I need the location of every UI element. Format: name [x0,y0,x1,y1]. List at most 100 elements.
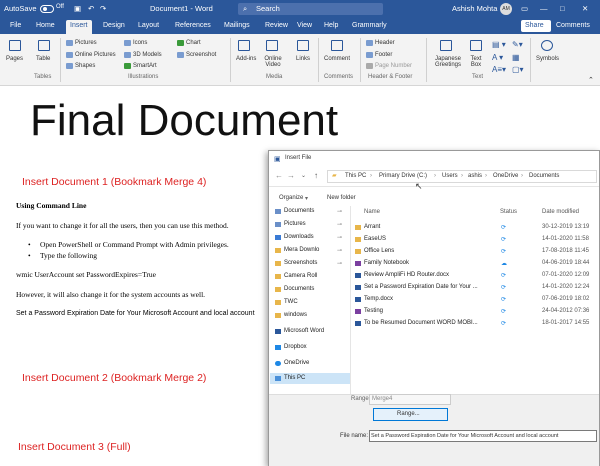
recent-locations-icon[interactable]: ⌄ [301,172,306,179]
addins-icon[interactable] [238,40,250,51]
file-row-name[interactable]: Office Lens [364,248,394,254]
comment-button[interactable]: Comment [324,56,350,62]
nav-windows[interactable]: windows [284,312,339,318]
crumb-onedrive[interactable]: OneDrive [493,173,518,179]
smartart-button[interactable]: SmartArt [133,63,157,69]
file-row-name[interactable]: Arrant [364,224,380,230]
nav-pictures[interactable]: Pictures [284,221,339,227]
autosave-toggle[interactable] [40,5,54,13]
user-name[interactable]: Ashish Mohta [452,4,497,13]
file-row-name[interactable]: EaseUS [364,236,386,242]
quick-parts-icon[interactable]: ▤ ▾ [492,40,506,49]
bullet-2[interactable]: Type the following [40,251,97,260]
redo-icon[interactable]: ↷ [100,4,106,13]
footer-button[interactable]: Footer [375,52,392,58]
collapse-ribbon-icon[interactable]: ⌃ [588,76,594,84]
chart-button[interactable]: Chart [186,40,201,46]
3d-models-button[interactable]: 3D Models [133,52,162,58]
tab-layout[interactable]: Layout [138,22,159,29]
document-heading[interactable]: Final Document [30,96,338,146]
undo-icon[interactable]: ↶ [88,4,94,13]
organize-button[interactable]: Organize [279,195,303,201]
page-number-button[interactable]: Page Number [375,63,412,69]
symbols-icon[interactable] [541,40,553,51]
search-box[interactable]: ⌕ Search [238,3,383,15]
nav-microsoft-word[interactable]: Microsoft Word [284,328,339,334]
table-icon[interactable] [38,40,50,51]
date-time-icon[interactable]: ▦ [512,53,520,62]
object-icon[interactable]: ▢▾ [512,65,524,74]
paragraph-1[interactable]: If you want to change it for all the use… [16,221,229,230]
crumb-this-pc[interactable]: This PC [345,173,366,179]
textbox-icon[interactable] [470,40,482,51]
file-row-name[interactable]: Temp.docx [364,296,393,302]
tab-grammarly[interactable]: Grammarly [352,22,387,29]
ribbon-display-icon[interactable]: ▭ [521,4,528,13]
insert-doc-2[interactable]: Insert Document 2 (Bookmark Merge 2) [22,372,206,384]
maximize-icon[interactable]: □ [560,4,565,13]
avatar[interactable]: AM [500,3,512,15]
tab-file[interactable]: File [10,22,21,29]
tab-view[interactable]: View [297,22,312,29]
wordart-icon[interactable]: A ▾ [492,53,503,62]
symbols-button[interactable]: Symbols [536,56,559,62]
paragraph-3[interactable]: Set a Password Expiration Date for Your … [16,310,255,317]
paragraph-2[interactable]: However, it will also change it for the … [16,290,205,299]
nav-camera-roll[interactable]: Camera Roll [284,273,339,279]
tab-help[interactable]: Help [324,22,338,29]
tab-references[interactable]: References [175,22,211,29]
filename-value[interactable]: Set a Password Expiration Date for Your … [371,433,558,439]
close-icon[interactable]: ✕ [582,4,588,13]
comments-button[interactable]: Comments [556,22,590,29]
header-button[interactable]: Header [375,40,395,46]
signature-line-icon[interactable]: ✎▾ [512,40,523,49]
japanese-greetings-button[interactable]: Japanese Greetings [431,56,465,68]
tab-design[interactable]: Design [103,22,125,29]
nav-downloads[interactable]: Downloads [284,234,339,240]
tab-insert[interactable]: Insert [66,20,92,34]
crumb-primary-drive[interactable]: Primary Drive (C:) [379,173,427,179]
file-row-name[interactable]: To be Resumed Document WORD MOBI... [364,320,478,326]
nav-documents-2[interactable]: Documents [284,286,339,292]
minimize-icon[interactable]: — [540,4,548,13]
cmd-heading[interactable]: Using Command Line [16,201,86,210]
links-icon[interactable] [297,40,309,51]
file-row-name[interactable]: Family Notebook [364,260,409,266]
nav-this-pc[interactable]: This PC [284,375,339,381]
tab-mailings[interactable]: Mailings [224,22,250,29]
textbox-button[interactable]: Text Box [468,56,484,68]
bullet-1[interactable]: Open PowerShell or Command Prompt with A… [40,240,229,249]
nav-onedrive[interactable]: OneDrive [284,360,339,366]
online-pictures-button[interactable]: Online Pictures [75,52,116,58]
online-video-button[interactable]: Online Video [262,56,284,68]
insert-doc-3[interactable]: Insert Document 3 (Full) [18,441,131,453]
pages-button[interactable]: Pages [6,56,23,62]
nav-twc[interactable]: TWC [284,299,339,305]
file-row-name[interactable]: Review AmpliFi HD Router.docx [364,272,449,278]
pictures-button[interactable]: Pictures [75,40,97,46]
pages-icon[interactable] [9,40,21,51]
command-line[interactable]: wmic UserAccount set PasswordExpires=Tru… [16,270,156,279]
share-button[interactable]: Share [521,20,551,32]
nav-documents[interactable]: Documents [284,208,339,214]
online-video-icon[interactable] [266,40,278,51]
shapes-button[interactable]: Shapes [75,63,95,69]
table-button[interactable]: Table [36,56,50,62]
insert-doc-1[interactable]: Insert Document 1 (Bookmark Merge 4) [22,176,206,188]
col-date[interactable]: Date modified [542,209,579,215]
japanese-greetings-icon[interactable] [440,40,452,51]
file-row-name[interactable]: Set a Password Expiration Date for Your … [364,284,478,290]
screenshot-button[interactable]: Screenshot [186,52,216,58]
addins-button[interactable]: Add-ins [236,56,256,62]
col-name[interactable]: Name [364,209,380,215]
nav-dropbox[interactable]: Dropbox [284,344,339,350]
file-row-name[interactable]: Testing [364,308,383,314]
up-icon[interactable]: ↑ [314,171,318,180]
back-icon[interactable]: ← [275,171,283,180]
icons-button[interactable]: Icons [133,40,147,46]
nav-mera-downlo[interactable]: Mera Downlo [284,247,339,253]
dropcap-icon[interactable]: A≡▾ [492,65,506,74]
tab-review[interactable]: Review [265,22,288,29]
links-button[interactable]: Links [296,56,310,62]
crumb-documents[interactable]: Documents [529,173,559,179]
